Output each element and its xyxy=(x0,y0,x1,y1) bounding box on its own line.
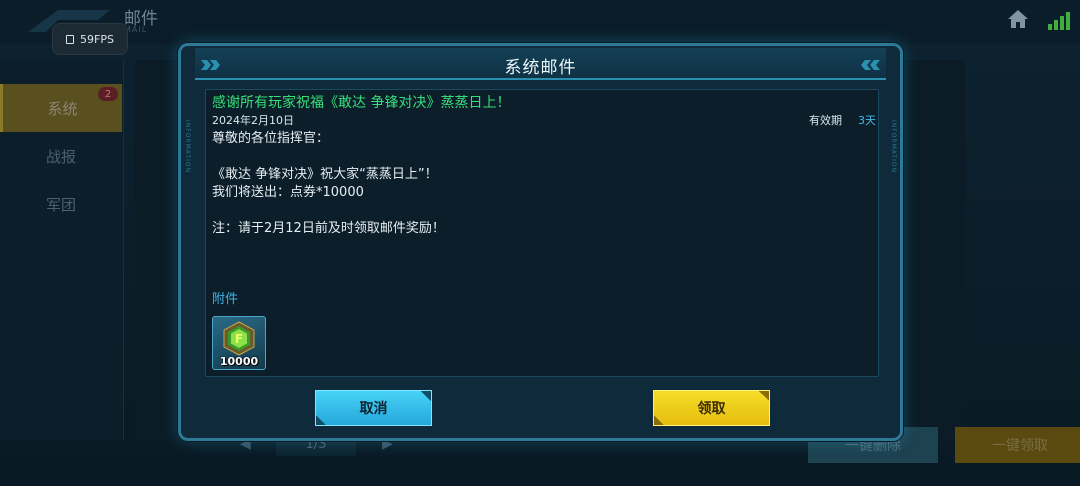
claim-all-button[interactable]: 一键领取 xyxy=(955,427,1080,463)
cancel-button[interactable]: 取消 xyxy=(315,390,432,426)
claim-button[interactable]: 领取 xyxy=(653,390,770,426)
mail-body: 尊敬的各位指挥官： 《敢达 争锋对决》祝大家“蒸蒸日上”！ 我们将送出：点券*1… xyxy=(212,130,852,238)
tab-label: 战报 xyxy=(45,147,76,166)
attachment-quantity: 10000 xyxy=(219,355,259,368)
unread-badge: 2 xyxy=(98,87,118,101)
svg-text:F: F xyxy=(235,332,243,346)
mail-content-panel: 感谢所有玩家祝福《敢达 争锋对决》蒸蒸日上！ 2024年2月10日 有效期 3天… xyxy=(205,89,879,377)
fps-icon xyxy=(66,34,75,44)
fps-counter: 59FPS xyxy=(52,23,128,55)
dialog-title: 系统邮件 xyxy=(504,58,577,78)
body-line xyxy=(212,202,852,220)
cancel-label: 取消 xyxy=(359,401,388,417)
system-mail-dialog: 系统邮件 INFORMATION INFORMATION 感谢所有玩家祝福《敢达… xyxy=(178,43,903,441)
point-coupon-icon: F xyxy=(223,321,255,356)
body-line xyxy=(212,148,852,166)
mail-subject: 感谢所有玩家祝福《敢达 争锋对决》蒸蒸日上！ xyxy=(212,95,511,111)
claim-label: 领取 xyxy=(697,401,726,417)
body-line: 注：请于2月12日前及时领取邮件奖励！ xyxy=(212,221,445,236)
tab-battle-report[interactable]: 战报 xyxy=(0,132,122,180)
side-decoration: INFORMATION xyxy=(178,106,191,416)
expiry-value: 3天 xyxy=(858,114,876,127)
side-text: INFORMATION xyxy=(184,120,191,174)
button-corner xyxy=(421,391,431,401)
tab-label: 军团 xyxy=(45,195,76,214)
fps-text: 59FPS xyxy=(80,32,114,46)
body-line: 尊敬的各位指挥官： xyxy=(212,131,330,146)
button-corner xyxy=(654,415,664,425)
side-decoration: INFORMATION xyxy=(890,106,903,416)
mail-date: 2024年2月10日 xyxy=(212,114,294,127)
body-line: 《敢达 争锋对决》祝大家“蒸蒸日上”！ xyxy=(212,167,438,182)
home-icon[interactable] xyxy=(1006,8,1030,30)
tab-legion[interactable]: 军团 xyxy=(0,180,122,228)
dialog-header: 系统邮件 xyxy=(195,48,886,82)
top-bar: 邮件 MAIL xyxy=(0,0,1080,44)
tab-system[interactable]: 系统 2 xyxy=(0,84,122,132)
button-corner xyxy=(316,415,326,425)
signal-icon xyxy=(1048,12,1070,30)
attachment-label: 附件 xyxy=(212,292,239,307)
chevrons-icon xyxy=(861,60,880,70)
body-line: 我们将送出：点券*10000 xyxy=(212,185,364,200)
expiry-label: 有效期 xyxy=(809,114,842,127)
button-corner xyxy=(759,391,769,401)
mail-category-tabs: 系统 2 战报 军团 xyxy=(0,84,122,228)
attachment-item[interactable]: F 10000 xyxy=(212,316,266,370)
side-text: INFORMATION xyxy=(890,120,897,174)
tab-label: 系统 xyxy=(47,99,78,118)
